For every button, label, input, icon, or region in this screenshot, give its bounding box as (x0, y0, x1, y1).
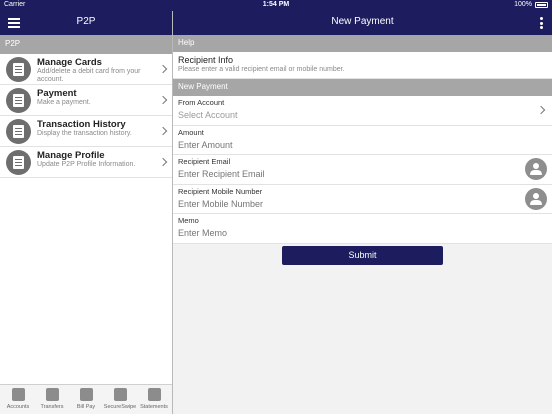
page-title: New Payment (331, 16, 394, 27)
chevron-right-icon (536, 105, 546, 115)
recipient-mobile-label: Recipient Mobile Number (178, 186, 263, 196)
payment-form: Help Recipient Info Please enter a valid… (173, 35, 552, 414)
amount-field: Amount (173, 125, 552, 155)
recipient-info-title: Recipient Info (178, 55, 234, 65)
transfer-arrows-icon (45, 388, 59, 401)
chevron-right-icon (158, 64, 168, 74)
sidebar-item-desc: Display the transaction history. (37, 130, 132, 137)
from-account-select[interactable]: Select Account (178, 110, 488, 120)
sidebar-item-desc: Make a payment. (37, 99, 91, 106)
calculator-icon (79, 388, 93, 401)
chevron-right-icon (158, 95, 168, 105)
sidebar-item-title: Manage Cards (37, 57, 102, 68)
left-nav-title: P2P (76, 16, 96, 27)
shield-lock-icon (113, 388, 127, 401)
from-account-field[interactable]: From Account Select Account (173, 96, 552, 126)
submit-button[interactable]: Submit (282, 245, 443, 265)
history-icon (6, 119, 31, 144)
sidebar-item-desc: Add/delete a debit card from your accoun… (37, 68, 141, 83)
tab-label: Transfers (40, 404, 64, 410)
tab-bill-pay[interactable]: Bill Pay (69, 388, 103, 410)
more-options-icon[interactable] (540, 17, 543, 31)
contacts-icon[interactable] (525, 187, 547, 210)
sidebar-section-header: P2P (0, 35, 172, 54)
amount-input[interactable] (178, 139, 488, 150)
sidebar-item-payment[interactable]: Payment Make a payment. (0, 85, 172, 116)
sidebar: P2P Manage Cards Add/delete a debit card… (0, 35, 172, 414)
tab-accounts[interactable]: Accounts (1, 388, 35, 410)
battery-icon (535, 2, 548, 8)
clock: 1:54 PM (262, 1, 290, 8)
new-payment-section-header: New Payment (173, 79, 552, 96)
chevron-right-icon (158, 157, 168, 167)
tab-bar: Accounts Transfers Bill Pay SecureSwipe … (0, 384, 172, 414)
tab-label: Accounts (6, 404, 30, 410)
sidebar-item-title: Transaction History (37, 119, 126, 130)
contacts-icon[interactable] (525, 158, 547, 180)
right-navbar: New Payment (173, 11, 552, 35)
tab-label: Bill Pay (76, 404, 96, 410)
status-bar: Carrier 1:54 PM 100% (0, 0, 552, 11)
sidebar-item-manage-cards[interactable]: Manage Cards Add/delete a debit card fro… (0, 54, 172, 85)
from-account-label: From Account (178, 98, 225, 107)
document-icon (147, 388, 161, 401)
help-section-header: Help (173, 35, 552, 52)
memo-field: Memo (173, 214, 552, 244)
recipient-email-label: Recipient Email (178, 157, 231, 166)
tab-label: SecureSwipe (103, 404, 137, 410)
tab-transfers[interactable]: Transfers (35, 388, 69, 410)
sidebar-item-manage-profile[interactable]: Manage Profile Update P2P Profile Inform… (0, 147, 172, 178)
pencil-icon (6, 88, 31, 113)
recipient-email-input[interactable] (178, 169, 488, 179)
recipient-email-field: Recipient Email (173, 155, 552, 185)
battery-percent: 100% (514, 1, 532, 8)
left-navbar: P2P (0, 11, 172, 35)
tab-statements[interactable]: Statements (137, 388, 171, 410)
sidebar-item-title: Manage Profile (37, 150, 105, 161)
card-icon (6, 57, 31, 82)
memo-label: Memo (178, 216, 199, 225)
recipient-mobile-input[interactable] (178, 198, 488, 209)
recipient-info: Recipient Info Please enter a valid reci… (173, 52, 552, 79)
tab-secureswipe[interactable]: SecureSwipe (103, 388, 137, 410)
memo-input[interactable] (178, 228, 488, 238)
sidebar-item-desc: Update P2P Profile Information. (37, 161, 136, 168)
chevron-right-icon (158, 126, 168, 136)
credit-card-icon (11, 388, 25, 401)
recipient-info-desc: Please enter a valid recipient email or … (178, 66, 345, 73)
amount-label: Amount (178, 127, 204, 137)
recipient-mobile-field: Recipient Mobile Number (173, 184, 552, 214)
sidebar-item-transaction-history[interactable]: Transaction History Display the transact… (0, 116, 172, 147)
profile-edit-icon (6, 150, 31, 175)
sidebar-item-title: Payment (37, 88, 77, 99)
tab-label: Statements (140, 404, 168, 410)
